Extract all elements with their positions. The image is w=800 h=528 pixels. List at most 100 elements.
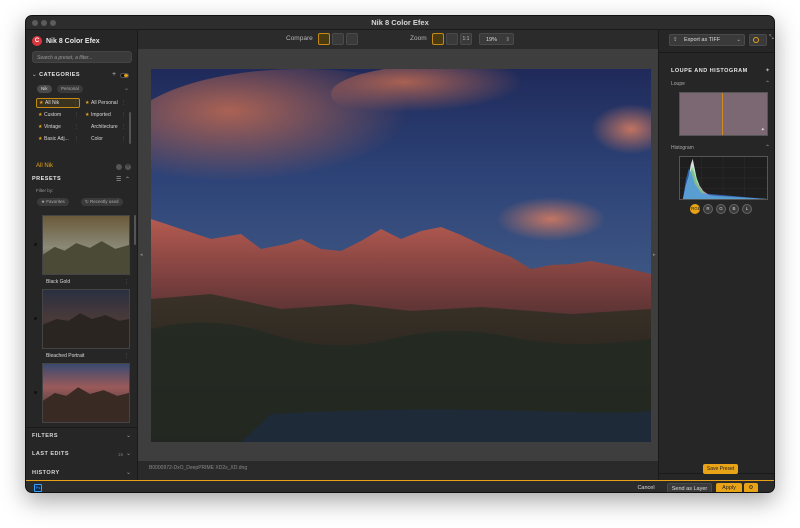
chevron-down-icon[interactable]: ⌄ (126, 432, 131, 439)
zoom-value: 19% (486, 37, 498, 43)
compare-single-button[interactable] (318, 33, 330, 45)
list-view-icon[interactable]: ☰ (116, 176, 121, 183)
collapse-icon[interactable]: ⤡ (769, 35, 774, 42)
more-icon[interactable]: ⋮ (124, 353, 129, 359)
landscape-photo (151, 69, 651, 442)
export-button[interactable]: ⇪ Export as TIFF ⌄ (669, 34, 745, 46)
filters-section-title[interactable]: FILTERS (32, 433, 58, 439)
channel-l-button[interactable]: L (742, 204, 752, 214)
apply-options-button[interactable]: ⚙ (744, 483, 758, 492)
send-as-layer-button[interactable]: Send as Layer (667, 483, 712, 492)
filter-by-label: Filter by: (36, 188, 54, 193)
category-custom[interactable]: ★ Custom ⋮ (36, 110, 80, 120)
zoom-fit-button[interactable] (432, 33, 444, 45)
category-label: All Nik (45, 100, 60, 106)
star-icon: ★ (39, 100, 44, 106)
pin-icon[interactable]: ✦ (761, 127, 765, 133)
collapse-left-panel-icon[interactable]: ◂ (140, 252, 143, 258)
category-label: Basic Adj... (44, 136, 69, 142)
compare-split-button[interactable] (332, 33, 344, 45)
preset-thumbnail[interactable] (42, 215, 130, 275)
category-label: Color (91, 136, 103, 142)
zoom-fill-button[interactable] (446, 33, 458, 45)
favorites-toggle[interactable] (120, 73, 129, 78)
channel-r-button[interactable]: R (703, 204, 713, 214)
apply-button[interactable]: Apply (716, 483, 742, 492)
add-category-icon[interactable]: + (112, 71, 116, 78)
image-canvas[interactable] (138, 49, 658, 461)
preset-label-bleached-portrait: Bleached Portrait (46, 353, 85, 359)
add-preset-icon[interactable]: + (125, 164, 131, 170)
more-icon[interactable]: ⋮ (121, 110, 126, 120)
category-vintage[interactable]: ★ Vintage ⋮ (36, 122, 80, 132)
categories-scrollbar[interactable] (129, 112, 131, 144)
tab-nik[interactable]: Nik (37, 85, 52, 93)
category-all-nik[interactable]: ★ All Nik ⋮ (36, 98, 80, 108)
preset-bullet (34, 243, 37, 246)
more-icon[interactable]: ⋮ (73, 99, 78, 107)
chevron-down-icon[interactable]: ⌄ (124, 85, 129, 92)
category-all-personal[interactable]: ★ All Personal ⋮ (83, 98, 127, 108)
more-icon[interactable]: ⋮ (121, 134, 126, 144)
star-icon: ★ (85, 112, 90, 118)
export-label: Export as TIFF (684, 37, 721, 43)
save-preset-button[interactable]: Save Preset (703, 464, 738, 474)
chevron-up-icon[interactable]: ⌃ (765, 80, 770, 87)
sync-button[interactable] (749, 34, 767, 46)
more-icon[interactable]: ⋮ (74, 134, 79, 144)
zoom-percent-select[interactable]: 19% ⇕ (479, 33, 514, 45)
share-icon: ⇪ (673, 37, 678, 43)
pin-icon[interactable]: ✦ (765, 67, 770, 74)
compare-side-by-side-button[interactable] (346, 33, 358, 45)
filter-favorites[interactable]: ★ Favorites (37, 198, 69, 206)
window-title: Nik 8 Color Efex (371, 18, 429, 27)
star-icon: ★ (38, 112, 43, 118)
more-icon[interactable]: ⋮ (121, 122, 126, 132)
loupe-preview[interactable]: ✦ (679, 92, 768, 136)
preset-bullet (34, 391, 37, 394)
top-toolbar: Compare Zoom 1:1 19% ⇕ (138, 30, 658, 49)
tab-personal[interactable]: Personal (57, 85, 83, 93)
category-basic-adj[interactable]: ★ Basic Adj... ⋮ (36, 134, 80, 144)
channel-g-button[interactable]: G (716, 204, 726, 214)
categories-header[interactable]: ⌄ CATEGORIES (32, 72, 80, 78)
more-icon[interactable]: ⋮ (74, 110, 79, 120)
last-edits-section-title[interactable]: LAST EDITS (32, 451, 69, 457)
more-icon[interactable]: ⋮ (124, 279, 129, 285)
category-imported[interactable]: ★ Imported ⋮ (83, 110, 127, 120)
active-category-label: All Nik (36, 163, 54, 169)
right-panel: ⇪ Export as TIFF ⌄ ⤡ LOUPE AND HISTOGRAM… (658, 30, 774, 480)
photoshop-icon: Ps (34, 484, 42, 492)
app-logo-icon: C (32, 36, 42, 46)
histogram-label: Histogram (671, 145, 694, 151)
app-window: Nik 8 Color Efex C Nik 8 Color Efex Sear… (25, 15, 775, 493)
collapse-right-panel-icon[interactable]: ▸ (653, 252, 656, 258)
chevron-up-icon[interactable]: ⌃ (765, 144, 770, 151)
category-architecture[interactable]: Architecture ⋮ (83, 122, 127, 132)
last-edits-count: 15 (117, 452, 123, 457)
brand-name: Nik 8 Color Efex (46, 37, 100, 45)
more-icon[interactable]: ⋮ (74, 122, 79, 132)
category-label: All Personal (91, 100, 118, 106)
image-filename: B0000972-DxO_DeepPRIME XD2s_XD.dng (149, 465, 248, 471)
channel-rgb-button[interactable]: RGB (690, 204, 701, 214)
preset-thumbnail[interactable] (42, 363, 130, 423)
channel-b-button[interactable]: B (729, 204, 739, 214)
chevron-down-icon[interactable]: ⌄ (126, 469, 131, 476)
cancel-button[interactable]: Cancel (632, 483, 660, 492)
zoom-1-1-button[interactable]: 1:1 (460, 33, 472, 45)
category-label: Imported (91, 112, 111, 118)
search-input[interactable]: Search a preset, a filter... (32, 51, 132, 63)
history-section-title[interactable]: HISTORY (32, 470, 60, 476)
more-icon[interactable]: ⋮ (121, 98, 126, 108)
chevron-down-icon[interactable]: ⌄ (126, 450, 131, 457)
title-bar: Nik 8 Color Efex (26, 16, 774, 30)
presets-scrollbar[interactable] (134, 215, 136, 245)
filter-recently-used[interactable]: ↻ Recently used (81, 198, 123, 206)
category-color[interactable]: Color ⋮ (83, 134, 127, 144)
sync-icon (753, 37, 759, 43)
preset-thumbnail[interactable] (42, 289, 130, 349)
compare-label: Compare (286, 35, 313, 42)
settings-icon[interactable] (116, 164, 122, 170)
chevron-up-icon[interactable]: ⌃ (125, 176, 130, 183)
